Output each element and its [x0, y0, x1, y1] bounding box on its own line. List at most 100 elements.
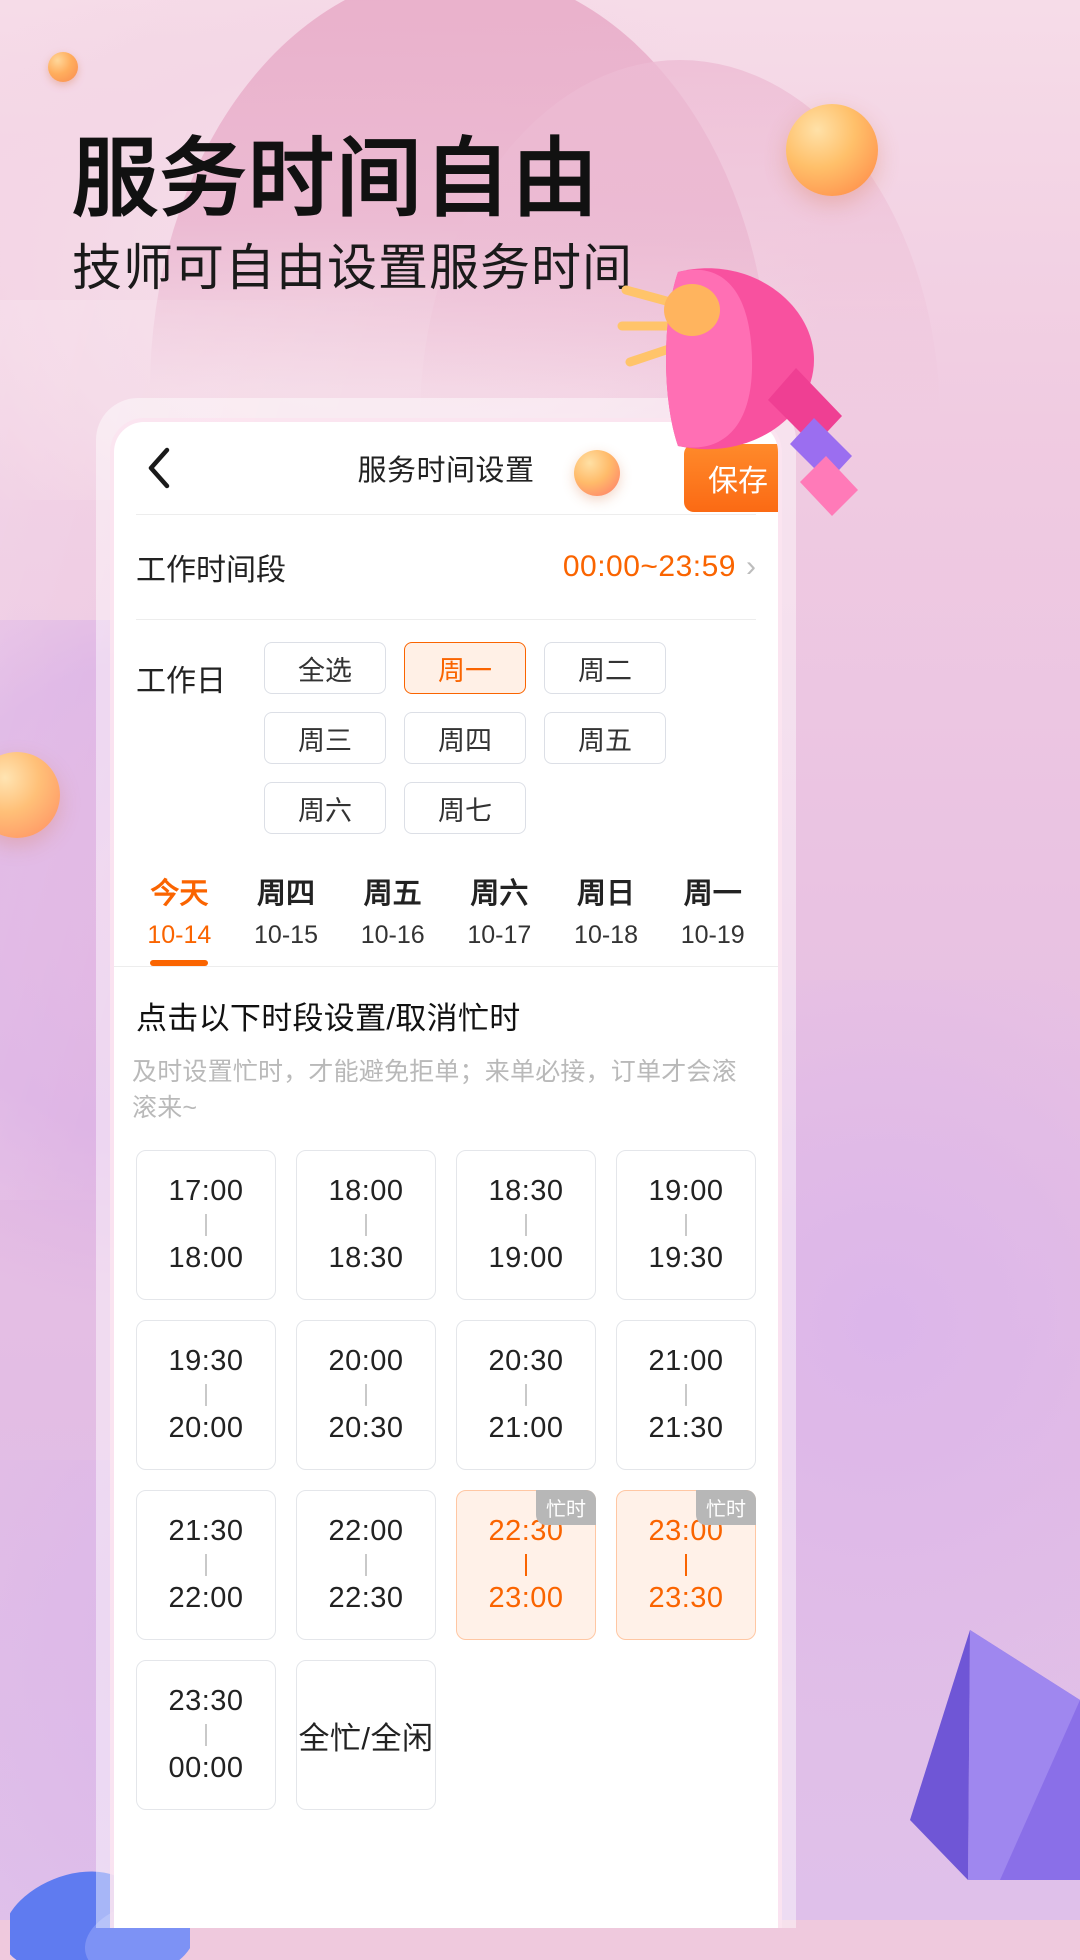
decorative-sphere-nav — [574, 450, 620, 496]
date-tab-name: 周四 — [257, 878, 316, 910]
weekday-chip[interactable]: 周七 — [404, 782, 526, 834]
time-slot-separator — [365, 1554, 367, 1576]
time-slot-separator — [205, 1384, 207, 1406]
time-slot-end: 22:00 — [168, 1582, 244, 1614]
weekday-chip[interactable]: 周四 — [404, 712, 526, 764]
time-slot-separator — [365, 1214, 367, 1236]
time-slot-separator — [205, 1214, 207, 1236]
phone-screen: 服务时间设置 保存 工作时间段 00:00~23:59 › 工作日 全选 周一 周二… — [114, 422, 778, 1928]
time-slot[interactable]: 20:30 21:00 — [456, 1320, 596, 1470]
time-slot-separator — [525, 1214, 527, 1236]
time-slot[interactable]: 21:00 21:30 — [616, 1320, 756, 1470]
date-tab-bar: 今天 10-14 周四 10-15 周五 10-16 周六 10-17 周日 10-18 周一 10-… — [114, 840, 778, 966]
date-tab-date: 10-17 — [467, 921, 532, 949]
time-slot[interactable]: 19:30 20:00 — [136, 1320, 276, 1470]
date-tab[interactable]: 周五 10-16 — [339, 870, 446, 966]
time-slot-end: 23:30 — [648, 1582, 724, 1614]
time-slot-start: 23:30 — [168, 1685, 244, 1717]
date-tab-name: 今天 — [150, 878, 209, 910]
time-slot[interactable]: 20:00 20:30 — [296, 1320, 436, 1470]
time-slot-end: 19:30 — [648, 1242, 724, 1274]
date-tab-date: 10-14 — [147, 921, 212, 949]
busy-badge: 忙时 — [696, 1490, 756, 1525]
time-slot-end: 23:00 — [488, 1582, 564, 1614]
weekday-chip[interactable]: 全选 — [264, 642, 386, 694]
work-period-value-group: 00:00~23:59 › — [563, 550, 756, 584]
time-slot-start: 18:30 — [488, 1175, 564, 1207]
busy-badge: 忙时 — [536, 1490, 596, 1525]
time-slot-start: 21:30 — [168, 1515, 244, 1547]
time-slot-start: 19:00 — [648, 1175, 724, 1207]
time-slot-separator — [525, 1384, 527, 1406]
toggle-all-busy-label: 全忙/全闲 — [298, 1720, 434, 1756]
time-slot-end: 20:00 — [168, 1412, 244, 1444]
back-button[interactable] — [136, 445, 182, 491]
time-slot[interactable]: 17:00 18:00 — [136, 1150, 276, 1300]
time-slot-end: 19:00 — [488, 1242, 564, 1274]
date-tab[interactable]: 周日 10-18 — [553, 870, 660, 966]
chevron-left-icon — [148, 447, 170, 489]
time-slot[interactable]: 21:30 22:00 — [136, 1490, 276, 1640]
date-tab-date: 10-16 — [360, 921, 425, 949]
promo-headline: 服务时间自由 — [72, 129, 600, 229]
weekday-section: 工作日 全选 周一 周二周三 周四 周五周六 周七 — [114, 620, 778, 840]
promo-subheadline: 技师可自由设置服务时间 — [72, 239, 633, 297]
date-tab[interactable]: 周四 10-15 — [233, 870, 340, 966]
time-slot[interactable]: 23:30 00:00 — [136, 1660, 276, 1810]
time-slot-grid: 17:00 18:00 18:00 18:30 18:30 19:00 19:00 19:30… — [114, 1124, 778, 1840]
time-slot-separator — [365, 1384, 367, 1406]
weekday-chip[interactable]: 周二 — [544, 642, 666, 694]
time-slot-separator — [205, 1554, 207, 1576]
time-slot-separator — [685, 1384, 687, 1406]
date-tab-name: 周日 — [577, 878, 636, 910]
weekday-chip[interactable]: 周一 — [404, 642, 526, 694]
toggle-all-busy-button[interactable]: 全忙/全闲 — [296, 1660, 436, 1810]
time-slot-start: 17:00 — [168, 1175, 244, 1207]
weekday-chip[interactable]: 周五 — [544, 712, 666, 764]
time-slot-separator — [525, 1554, 527, 1576]
time-slot-start: 20:00 — [328, 1345, 404, 1377]
time-slot-end: 18:30 — [328, 1242, 404, 1274]
time-slot[interactable]: 18:00 18:30 — [296, 1150, 436, 1300]
date-tab-name: 周一 — [683, 878, 742, 910]
slots-section-title: 点击以下时段设置/取消忙时 — [136, 1001, 521, 1036]
date-tab-date: 10-15 — [254, 921, 318, 949]
decorative-sphere-small — [48, 52, 78, 82]
time-slot[interactable]: 18:30 19:00 — [456, 1150, 596, 1300]
weekday-chip[interactable]: 周三 — [264, 712, 386, 764]
time-slot[interactable]: 忙时 23:00 23:30 — [616, 1490, 756, 1640]
weekday-chip-list: 全选 周一 周二周三 周四 周五周六 周七 — [264, 642, 756, 834]
megaphone-icon — [617, 268, 858, 516]
decorative-sphere-large — [786, 104, 878, 196]
time-slot-start: 22:00 — [328, 1515, 404, 1547]
time-slot[interactable]: 22:00 22:30 — [296, 1490, 436, 1640]
date-tab[interactable]: 周六 10-17 — [446, 870, 553, 966]
time-slot-end: 00:00 — [168, 1752, 244, 1784]
time-slot-start: 18:00 — [328, 1175, 404, 1207]
date-tab-name: 周五 — [363, 878, 422, 910]
date-tab[interactable]: 周一 10-19 — [659, 870, 766, 966]
time-slot[interactable]: 忙时 22:30 23:00 — [456, 1490, 596, 1640]
time-slot-end: 21:00 — [488, 1412, 564, 1444]
time-slot[interactable]: 19:00 19:30 — [616, 1150, 756, 1300]
weekday-label: 工作日 — [136, 665, 226, 698]
date-tab[interactable]: 今天 10-14 — [126, 870, 233, 966]
time-slot-start: 21:00 — [648, 1345, 724, 1377]
weekday-chip[interactable]: 周六 — [264, 782, 386, 834]
time-slot-end: 21:30 — [648, 1412, 724, 1444]
date-tab-date: 10-18 — [574, 921, 638, 949]
decorative-crystal-icon — [910, 1630, 1080, 1880]
time-slot-separator — [685, 1554, 687, 1576]
time-slot-separator — [685, 1214, 687, 1236]
time-slot-end: 18:00 — [168, 1242, 244, 1274]
chevron-right-icon: › — [746, 550, 756, 583]
time-slot-separator — [205, 1724, 207, 1746]
slots-section-subtitle: 及时设置忙时，才能避免拒单；来单必接，订单才会滚滚来~ — [132, 1058, 737, 1122]
date-tab-name: 周六 — [470, 878, 529, 910]
time-slot-start: 20:30 — [488, 1345, 564, 1377]
time-slot-start: 19:30 — [168, 1345, 244, 1377]
time-slot-end: 22:30 — [328, 1582, 404, 1614]
work-period-value: 00:00~23:59 — [562, 550, 736, 583]
date-tab-date: 10-19 — [680, 921, 745, 949]
work-period-label: 工作时间段 — [136, 554, 286, 587]
